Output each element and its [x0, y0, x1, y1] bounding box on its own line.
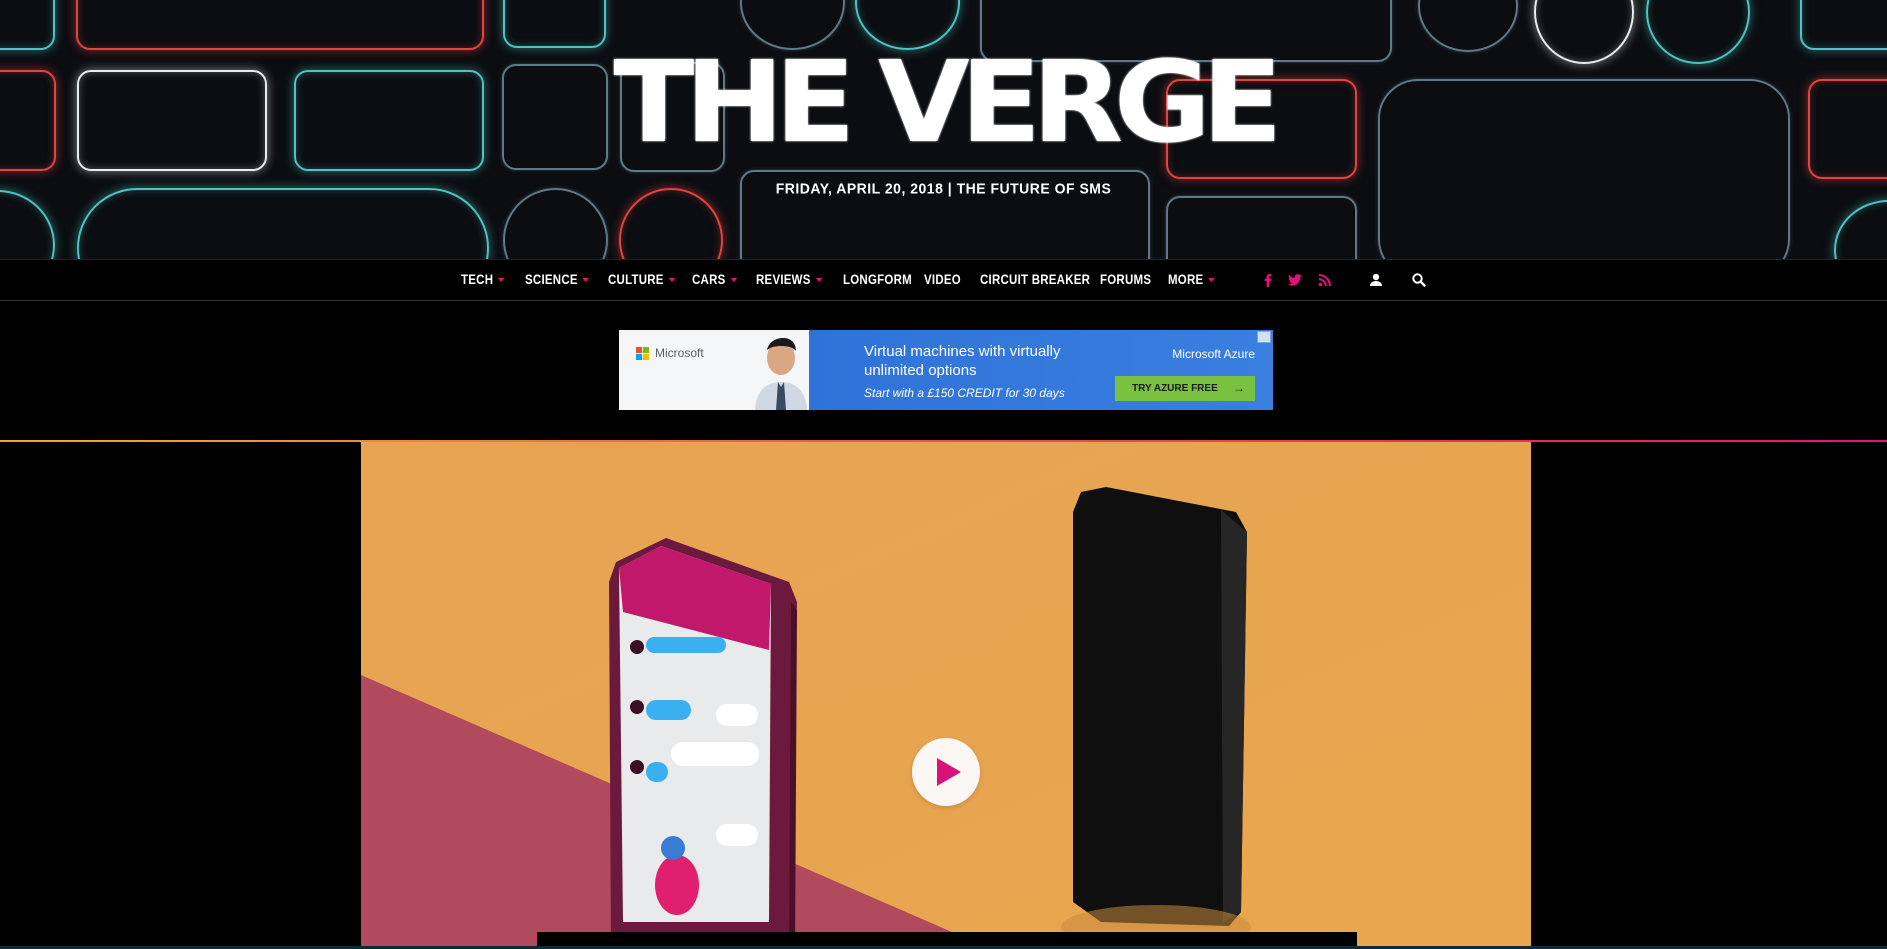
- nav-item-more[interactable]: MORE: [1168, 271, 1215, 287]
- play-button[interactable]: [912, 738, 980, 806]
- nav-item-forums[interactable]: FORUMS: [1100, 271, 1151, 287]
- try-azure-button[interactable]: TRY AZURE FREE →: [1115, 376, 1255, 401]
- user-icon[interactable]: [1367, 271, 1385, 289]
- nav-item-video[interactable]: VIDEO: [924, 271, 961, 287]
- nav-item-longform[interactable]: LONGFORM: [843, 271, 912, 287]
- ad-right-panel: Virtual machines with virtually unlimite…: [809, 330, 1273, 410]
- rss-icon[interactable]: [1316, 271, 1334, 289]
- ad-headline: Virtual machines with virtually unlimite…: [864, 343, 1061, 379]
- chevron-down-icon: [668, 278, 676, 283]
- ad-brand-text: Microsoft: [655, 346, 704, 360]
- hero-video[interactable]: [361, 442, 1531, 949]
- twitter-icon[interactable]: [1286, 271, 1304, 289]
- chevron-down-icon: [730, 278, 737, 283]
- site-logo[interactable]: THE VERGE: [603, 44, 1284, 162]
- play-icon: [937, 758, 961, 786]
- nav-item-cars[interactable]: CARS: [692, 271, 737, 287]
- nav-item-reviews[interactable]: REVIEWS: [756, 271, 823, 287]
- chat-phone: [609, 538, 797, 949]
- facebook-icon[interactable]: [1259, 271, 1277, 289]
- masthead: THE VERGE FRIDAY, APRIL 20, 2018 | THE F…: [0, 0, 1887, 259]
- nav-item-culture[interactable]: CULTURE: [608, 271, 676, 287]
- ad-banner[interactable]: Microsoft Virtual machines with virtuall…: [619, 330, 1273, 410]
- ad-subline: Start with a £150 CREDIT for 30 days: [864, 386, 1065, 400]
- hero-image: [361, 442, 1531, 949]
- ad-choices-icon[interactable]: [1257, 331, 1271, 343]
- dateline[interactable]: FRIDAY, APRIL 20, 2018 | THE FUTURE OF S…: [0, 180, 1887, 197]
- chevron-down-icon: [815, 278, 823, 283]
- dark-phone: [1061, 487, 1251, 949]
- chevron-down-icon: [498, 278, 505, 283]
- nav-item-tech[interactable]: TECH: [461, 271, 505, 287]
- nav-item-circuit-breaker[interactable]: CIRCUIT BREAKER: [980, 271, 1090, 287]
- arrow-right-icon: →: [1233, 381, 1245, 395]
- microsoft-logo-icon: [636, 347, 650, 361]
- ad-product: Microsoft Azure: [1172, 347, 1255, 361]
- chevron-down-icon: [582, 278, 590, 283]
- chevron-down-icon: [1208, 278, 1215, 283]
- ad-person-image: [751, 334, 811, 410]
- main-nav: TECH SCIENCE CULTURE CARS REVIEWS LONGFO…: [0, 259, 1887, 301]
- search-icon[interactable]: [1410, 271, 1428, 289]
- nav-item-science[interactable]: SCIENCE: [525, 271, 590, 287]
- ad-left-panel: Microsoft: [619, 330, 809, 410]
